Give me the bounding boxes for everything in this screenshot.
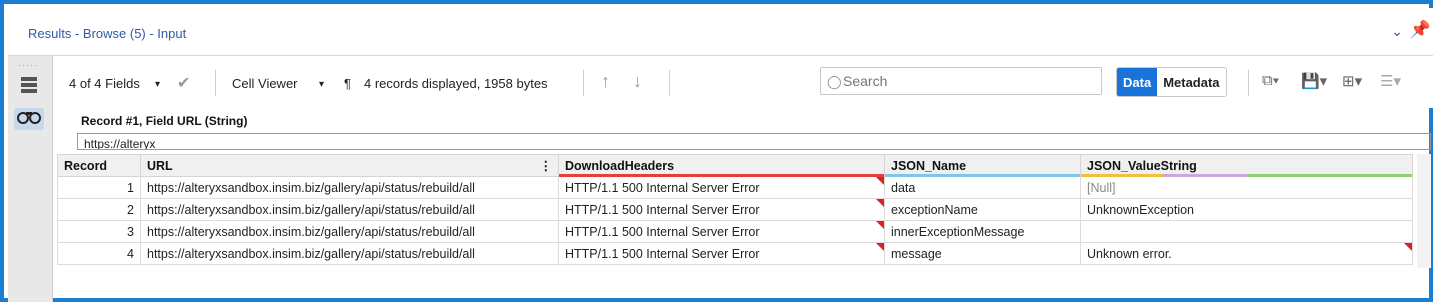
fields-dropdown[interactable]: 4 of 4 Fields: [69, 76, 140, 91]
window-title: Results - Browse (5) - Input: [28, 26, 187, 41]
records-info: 4 records displayed, 1958 bytes: [364, 76, 548, 91]
json-name-cell[interactable]: exceptionName: [884, 198, 1081, 221]
save-icon[interactable]: 💾▾: [1301, 72, 1327, 90]
table-row[interactable]: 4 https://alteryxsandbox.insim.biz/galle…: [57, 242, 1413, 265]
cell-text: HTTP/1.1 500 Internal Server Error: [565, 180, 760, 195]
title-bar: Results - Browse (5) - Input ⌄ 📌: [8, 8, 1433, 56]
vertical-scrollbar[interactable]: [1417, 154, 1431, 268]
truncated-marker: [1404, 243, 1412, 251]
table-row[interactable]: 1 https://alteryxsandbox.insim.biz/galle…: [57, 176, 1413, 199]
column-header-label: DownloadHeaders: [565, 158, 675, 173]
column-header-url[interactable]: URL ⋮: [140, 154, 559, 177]
grip-icon: ·····: [18, 60, 38, 70]
chevron-down-icon[interactable]: ⌄: [1391, 23, 1403, 40]
cell-viewer-chevron-icon[interactable]: ▾: [319, 79, 324, 90]
headers-cell[interactable]: HTTP/1.1 500 Internal Server Error: [558, 242, 885, 265]
url-cell[interactable]: https://alteryxsandbox.insim.biz/gallery…: [140, 176, 559, 199]
cell-text: HTTP/1.1 500 Internal Server Error: [565, 224, 760, 239]
data-button[interactable]: Data: [1117, 68, 1158, 96]
url-cell[interactable]: https://alteryxsandbox.insim.biz/gallery…: [140, 242, 559, 265]
cell-viewer-dropdown[interactable]: Cell Viewer: [232, 76, 298, 91]
column-header-record[interactable]: Record: [57, 154, 141, 177]
menu-icon[interactable]: ☰▾: [1380, 72, 1401, 90]
column-header-label: JSON_Name: [891, 158, 967, 173]
cell-text: Unknown error.: [1087, 246, 1172, 261]
json-name-cell[interactable]: innerExceptionMessage: [884, 220, 1081, 243]
cell-text: HTTP/1.1 500 Internal Server Error: [565, 246, 760, 261]
arrow-down-icon[interactable]: ↓: [633, 71, 642, 92]
cell-viewer-label: Record #1, Field URL (String): [81, 114, 248, 128]
json-value-cell[interactable]: [Null]: [1080, 176, 1413, 199]
rows-view-icon[interactable]: [16, 72, 42, 98]
separator: [669, 70, 670, 96]
record-cell[interactable]: 4: [57, 242, 141, 265]
truncated-marker: [876, 199, 884, 207]
data-metadata-toggle: Data Metadata: [1116, 67, 1227, 97]
url-cell[interactable]: https://alteryxsandbox.insim.biz/gallery…: [140, 198, 559, 221]
truncated-marker: [876, 177, 884, 185]
separator: [583, 70, 584, 96]
left-sidebar: ·····: [8, 56, 53, 302]
json-value-cell[interactable]: Unknown error.: [1080, 242, 1413, 265]
table-row[interactable]: 3 https://alteryxsandbox.insim.biz/galle…: [57, 220, 1413, 243]
cell-viewer-box[interactable]: https://alteryx: [77, 133, 1431, 150]
search-icon: ◯: [827, 74, 842, 89]
record-cell[interactable]: 3: [57, 220, 141, 243]
search-box[interactable]: ◯: [820, 67, 1102, 95]
header-row: Record URL ⋮ DownloadHeaders JSON_Name JS…: [57, 154, 1413, 177]
cell-viewer: Record #1, Field URL (String) https://al…: [57, 108, 1431, 152]
table-row[interactable]: 2 https://alteryxsandbox.insim.biz/galle…: [57, 198, 1413, 221]
column-header-json-valuestring[interactable]: JSON_ValueString: [1080, 154, 1413, 177]
cell-viewer-value: https://alteryx: [84, 137, 156, 150]
truncated-marker: [876, 243, 884, 251]
cell-text: HTTP/1.1 500 Internal Server Error: [565, 202, 760, 217]
column-header-label: URL: [147, 158, 173, 173]
url-cell[interactable]: https://alteryxsandbox.insim.biz/gallery…: [140, 220, 559, 243]
headers-cell[interactable]: HTTP/1.1 500 Internal Server Error: [558, 176, 885, 199]
json-value-cell[interactable]: [1080, 220, 1413, 243]
record-cell[interactable]: 1: [57, 176, 141, 199]
arrow-up-icon[interactable]: ↑: [601, 71, 610, 92]
pilcrow-icon[interactable]: ¶: [344, 76, 351, 91]
separator: [215, 70, 216, 96]
column-header-json-name[interactable]: JSON_Name: [884, 154, 1081, 177]
headers-cell[interactable]: HTTP/1.1 500 Internal Server Error: [558, 220, 885, 243]
record-cell[interactable]: 2: [57, 198, 141, 221]
copy-icon[interactable]: ⧉▾: [1262, 72, 1279, 89]
json-name-cell[interactable]: data: [884, 176, 1081, 199]
browse-toolbar: 4 of 4 Fields ▾ ✔ Cell Viewer ▾ ¶ 4 reco…: [53, 56, 1433, 108]
binoculars-icon[interactable]: [14, 108, 44, 130]
headers-cell[interactable]: HTTP/1.1 500 Internal Server Error: [558, 198, 885, 221]
column-header-label: JSON_ValueString: [1087, 158, 1197, 173]
fields-chevron-icon[interactable]: ▾: [155, 79, 160, 90]
metadata-button[interactable]: Metadata: [1157, 68, 1226, 96]
column-resize-icon[interactable]: ⋮: [540, 158, 553, 173]
truncated-marker: [876, 221, 884, 229]
json-value-cell[interactable]: UnknownException: [1080, 198, 1413, 221]
results-grid: Record URL ⋮ DownloadHeaders JSON_Name JS…: [57, 154, 1413, 265]
results-window: Results - Browse (5) - Input ⌄ 📌 ····· 4…: [0, 0, 1433, 302]
search-input[interactable]: [843, 70, 1093, 92]
add-column-icon[interactable]: ⊞▾: [1342, 72, 1362, 90]
column-header-downloadheaders[interactable]: DownloadHeaders: [558, 154, 885, 177]
pin-icon[interactable]: 📌: [1410, 20, 1431, 40]
separator: [1248, 70, 1249, 96]
checkmark-icon[interactable]: ✔: [177, 73, 190, 93]
json-name-cell[interactable]: message: [884, 242, 1081, 265]
